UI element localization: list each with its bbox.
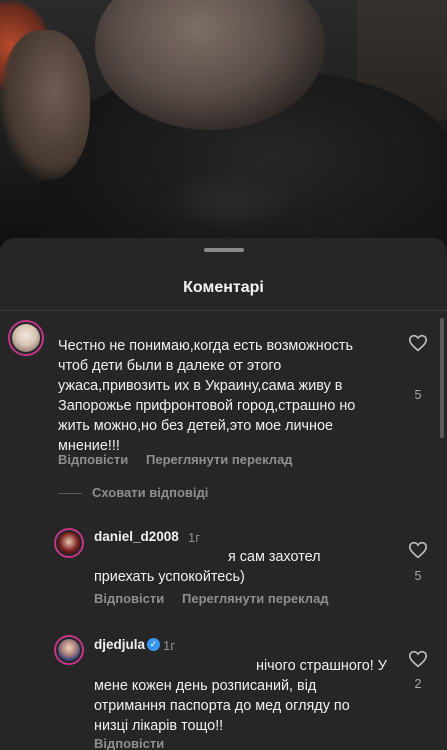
heart-outline-icon[interactable]	[408, 650, 428, 668]
reply-text: я сам захотел приехать успокойтесь)	[94, 549, 321, 585]
avatar[interactable]	[54, 635, 84, 665]
video-background	[0, 0, 447, 250]
sheet-title: Коментарі	[183, 279, 264, 296]
scrollbar[interactable]	[440, 318, 444, 438]
sheet-grabber[interactable]	[204, 248, 244, 252]
shirt-print	[160, 170, 300, 230]
reply-button[interactable]: Відповісти	[94, 736, 164, 750]
like-count: 5	[414, 388, 422, 402]
heart-outline-icon[interactable]	[408, 541, 428, 559]
reply-time: 1г	[163, 638, 175, 653]
comment-text: Честно не понимаю,когда есть возможность…	[58, 338, 356, 454]
avatar[interactable]	[54, 528, 84, 558]
reply-username[interactable]: daniel_d2008	[94, 529, 179, 544]
replies-divider-line	[58, 493, 82, 494]
like-count: 5	[414, 569, 422, 583]
see-translation-button[interactable]: Переглянути переклад	[146, 452, 293, 467]
heart-outline-icon[interactable]	[408, 334, 428, 352]
reply-button[interactable]: Відповісти	[58, 452, 128, 467]
comments-sheet: Коментарі Честно не понимаю,когда есть в…	[0, 238, 447, 750]
reply-text: нічого страшного! У мене кожен день розп…	[94, 658, 387, 734]
reply-time: 1г	[188, 530, 200, 545]
avatar[interactable]	[8, 320, 44, 356]
title-divider	[0, 310, 447, 311]
like-count: 2	[414, 677, 422, 691]
verified-badge-icon: ✓	[147, 638, 160, 651]
person-hand	[0, 30, 90, 180]
reply-button[interactable]: Відповісти	[94, 591, 164, 606]
reply-username[interactable]: djedjula	[94, 637, 145, 652]
hide-replies-button[interactable]: Сховати відповіді	[92, 485, 208, 500]
see-translation-button[interactable]: Переглянути переклад	[182, 591, 329, 606]
